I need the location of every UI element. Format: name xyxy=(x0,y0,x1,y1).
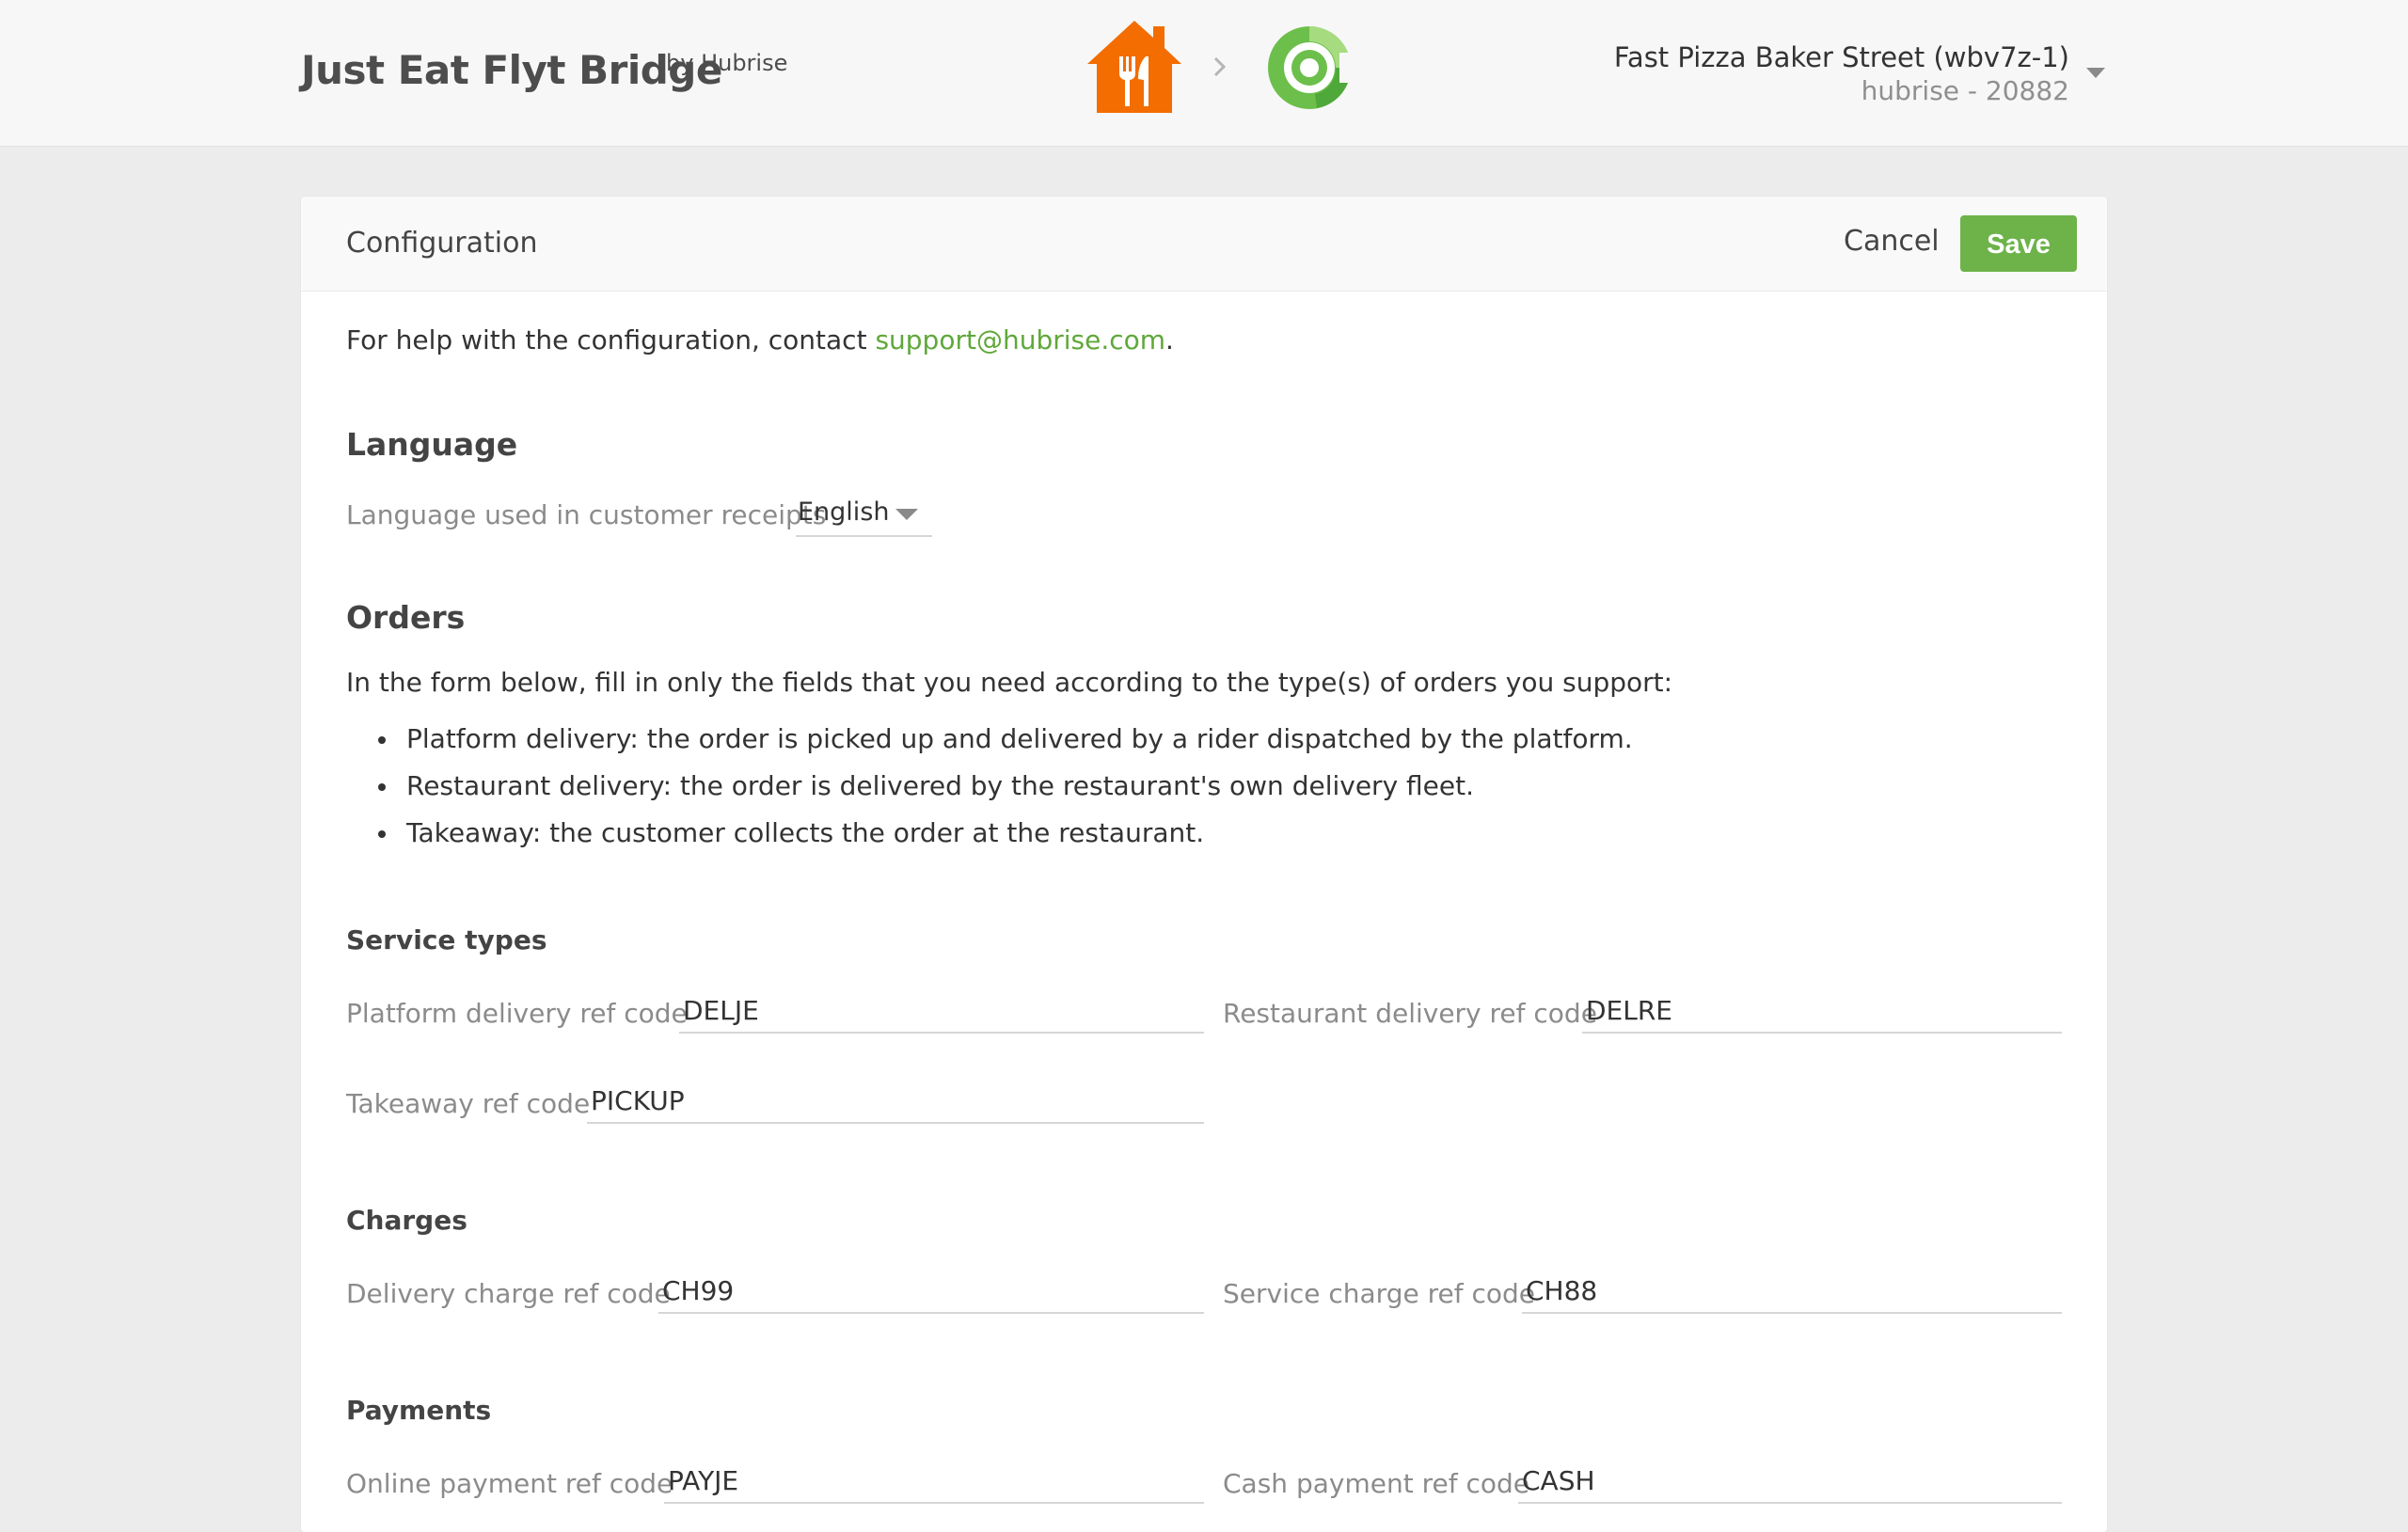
online-payment-input[interactable] xyxy=(664,1459,1204,1504)
takeaway-input[interactable] xyxy=(587,1079,1204,1124)
account-id: hubrise - 20882 xyxy=(1861,75,2069,106)
chevron-down-icon xyxy=(895,509,918,520)
delivery-charge-input[interactable] xyxy=(658,1269,1204,1314)
cash-payment-input[interactable] xyxy=(1518,1459,2062,1504)
help-text-prefix: For help with the configuration, contact xyxy=(346,324,876,355)
online-payment-label: Online payment ref code xyxy=(346,1468,673,1499)
platform-delivery-label: Platform delivery ref code xyxy=(346,998,688,1029)
language-label: Language used in customer receipts xyxy=(346,499,827,530)
orders-heading: Orders xyxy=(346,599,466,636)
service-types-heading: Service types xyxy=(346,924,547,956)
payments-heading: Payments xyxy=(346,1395,492,1426)
help-text: For help with the configuration, contact… xyxy=(346,324,1174,355)
language-heading: Language xyxy=(346,426,518,463)
app-byline: by Hubrise xyxy=(666,50,788,76)
language-selected-value: English xyxy=(798,498,890,527)
hubrise-logo-icon xyxy=(1268,26,1358,109)
top-bar: Just Eat Flyt Bridge by Hubrise Fast Piz… xyxy=(0,0,2408,147)
takeaway-label: Takeaway ref code xyxy=(346,1088,591,1119)
save-button[interactable]: Save xyxy=(1960,215,2077,272)
list-item: Platform delivery: the order is picked u… xyxy=(346,716,1633,763)
app-title: Just Eat Flyt Bridge xyxy=(301,47,722,93)
account-name: Fast Pizza Baker Street (wbv7z-1) xyxy=(1613,41,2069,73)
delivery-charge-label: Delivery charge ref code xyxy=(346,1278,671,1309)
restaurant-delivery-label: Restaurant delivery ref code xyxy=(1223,998,1597,1029)
just-eat-logo-icon xyxy=(1087,21,1181,113)
order-types-list: Platform delivery: the order is picked u… xyxy=(346,716,1633,857)
platform-delivery-input[interactable] xyxy=(679,988,1204,1034)
chevron-right-icon xyxy=(1213,56,1227,77)
orders-intro: In the form below, fill in only the fiel… xyxy=(346,667,1673,698)
language-select[interactable]: English xyxy=(796,490,932,537)
account-switcher[interactable]: Fast Pizza Baker Street (wbv7z-1) hubris… xyxy=(1614,39,2069,107)
card-header: Configuration Cancel Save xyxy=(301,197,2107,292)
charges-heading: Charges xyxy=(346,1205,467,1236)
configuration-card: Configuration Cancel Save For help with … xyxy=(301,197,2107,1532)
support-email-link[interactable]: support@hubrise.com xyxy=(875,324,1165,355)
service-charge-input[interactable] xyxy=(1522,1269,2062,1314)
help-text-suffix: . xyxy=(1165,324,1174,355)
list-item: Restaurant delivery: the order is delive… xyxy=(346,763,1633,810)
caret-down-icon[interactable] xyxy=(2086,68,2105,78)
service-charge-label: Service charge ref code xyxy=(1223,1278,1536,1309)
card-title: Configuration xyxy=(346,227,538,260)
cancel-button[interactable]: Cancel xyxy=(1844,225,1940,258)
cash-payment-label: Cash payment ref code xyxy=(1223,1468,1529,1499)
restaurant-delivery-input[interactable] xyxy=(1582,988,2062,1034)
list-item: Takeaway: the customer collects the orde… xyxy=(346,810,1633,857)
